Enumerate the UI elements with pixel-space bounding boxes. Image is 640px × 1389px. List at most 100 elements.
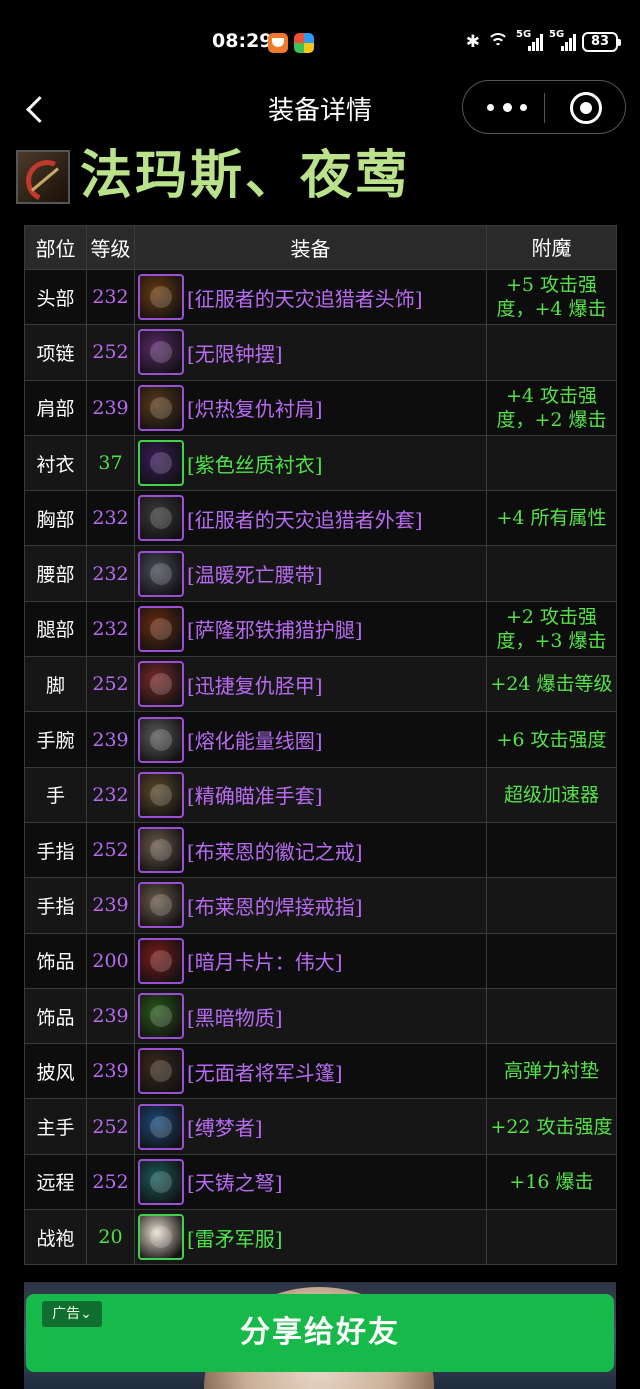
enchant-cell: +4 攻击强度，+2 爆击 xyxy=(486,379,617,436)
table-row[interactable]: 肩部 239 [炽热复仇衬肩] +4 攻击强度，+2 爆击 xyxy=(24,379,617,436)
item-name-link[interactable]: [温暖死亡腰带] xyxy=(187,559,323,588)
chest-armor-icon[interactable] xyxy=(138,495,184,542)
crossbow-icon[interactable] xyxy=(138,1158,184,1205)
item-level-cell: 252 xyxy=(86,821,135,879)
slot-cell: 手指 xyxy=(24,821,87,879)
table-row[interactable]: 披风 239 [无面者将军斗篷] 高弹力衬垫 xyxy=(24,1043,617,1100)
item-name-link[interactable]: [无面者将军斗篷] xyxy=(187,1057,343,1086)
item-name-link[interactable]: [炽热复仇衬肩] xyxy=(187,393,323,422)
item-cell[interactable]: [无限钟摆] xyxy=(134,324,487,381)
item-name-link[interactable]: [萨隆邪铁捕猎护腿] xyxy=(187,614,363,643)
item-cell[interactable]: [暗月卡片：伟大] xyxy=(134,932,487,989)
item-cell[interactable]: [征服者的天灾追猎者头饰] xyxy=(134,268,487,326)
item-cell[interactable]: [迅捷复仇胫甲] xyxy=(134,656,487,713)
ad-tag[interactable]: 广告⌄ xyxy=(42,1301,102,1327)
item-cell[interactable]: [温暖死亡腰带] xyxy=(134,545,487,602)
header-slot: 部位 xyxy=(24,225,87,270)
item-name-link[interactable]: [布莱恩的徽记之戒] xyxy=(187,836,363,865)
slot-cell: 主手 xyxy=(24,1098,87,1155)
item-cell[interactable]: [紫色丝质衬衣] xyxy=(134,434,487,492)
table-row[interactable]: 远程 252 [天铸之弩] +16 爆击 xyxy=(24,1153,617,1211)
table-row[interactable]: 主手 252 [缚梦者] +22 攻击强度 xyxy=(24,1098,617,1155)
item-name-link[interactable]: [暗月卡片：伟大] xyxy=(187,946,343,975)
ring-icon[interactable] xyxy=(138,882,184,929)
item-name-link[interactable]: [缚梦者] xyxy=(187,1112,263,1141)
item-name-link[interactable]: [迅捷复仇胫甲] xyxy=(187,670,323,699)
item-cell[interactable]: [精确瞄准手套] xyxy=(134,766,487,823)
item-level-cell: 232 xyxy=(86,490,135,547)
item-level-cell: 252 xyxy=(86,1098,135,1155)
table-row[interactable]: 手 232 [精确瞄准手套] 超级加速器 xyxy=(24,766,617,823)
item-name-link[interactable]: [黑暗物质] xyxy=(187,1002,283,1031)
cloak-icon[interactable] xyxy=(138,1048,184,1095)
belt-icon[interactable] xyxy=(138,550,184,597)
tabard-icon[interactable] xyxy=(138,1214,184,1261)
item-cell[interactable]: [炽热复仇衬肩] xyxy=(134,379,487,436)
table-row[interactable]: 脚 252 [迅捷复仇胫甲] +24 爆击等级 xyxy=(24,656,617,713)
orb-icon[interactable] xyxy=(138,993,184,1039)
item-name-link[interactable]: [征服者的天灾追猎者外套] xyxy=(187,504,423,533)
ring-icon[interactable] xyxy=(138,827,184,874)
item-cell[interactable]: [萨隆邪铁捕猎护腿] xyxy=(134,600,487,658)
signal-5g-icon: 5G xyxy=(549,29,576,51)
wifi-icon xyxy=(486,33,510,51)
table-row[interactable]: 手腕 239 [熔化能量线圈] +6 攻击强度 xyxy=(24,711,617,768)
legs-icon[interactable] xyxy=(138,605,184,652)
table-row[interactable]: 手指 239 [布莱恩的焊接戒指] xyxy=(24,877,617,934)
table-row[interactable]: 项链 252 [无限钟摆] xyxy=(24,324,617,381)
slot-cell: 远程 xyxy=(24,1153,87,1211)
slot-cell: 饰品 xyxy=(24,932,87,989)
share-button[interactable]: 分享给好友 xyxy=(26,1294,614,1372)
item-cell[interactable]: [缚梦者] xyxy=(134,1098,487,1155)
item-cell[interactable]: [布莱恩的徽记之戒] xyxy=(134,821,487,879)
item-name-link[interactable]: [布莱恩的焊接戒指] xyxy=(187,891,363,920)
helm-icon[interactable] xyxy=(138,274,184,321)
table-row[interactable]: 腰部 232 [温暖死亡腰带] xyxy=(24,545,617,602)
item-name-link[interactable]: [征服者的天灾追猎者头饰] xyxy=(187,283,423,312)
item-name-link[interactable]: [精确瞄准手套] xyxy=(187,780,323,809)
table-row[interactable]: 手指 252 [布莱恩的徽记之戒] xyxy=(24,821,617,879)
more-dots-icon[interactable] xyxy=(487,99,527,115)
item-cell[interactable]: [天铸之弩] xyxy=(134,1153,487,1211)
back-chevron-icon[interactable] xyxy=(22,94,50,122)
table-row[interactable]: 头部 232 [征服者的天灾追猎者头饰] +5 攻击强度，+4 爆击 xyxy=(24,268,617,326)
item-name-link[interactable]: [熔化能量线圈] xyxy=(187,725,323,754)
shirt-icon[interactable] xyxy=(138,440,184,487)
enchant-cell: +6 攻击强度 xyxy=(486,711,617,768)
item-cell[interactable]: [熔化能量线圈] xyxy=(134,711,487,768)
bracer-icon[interactable] xyxy=(138,716,184,763)
item-name-link[interactable]: [雷矛军服] xyxy=(187,1223,283,1252)
item-cell[interactable]: [黑暗物质] xyxy=(134,987,487,1045)
weapon-icon[interactable] xyxy=(138,1103,184,1150)
capsule-divider xyxy=(544,93,545,123)
table-row[interactable]: 衬衣 37 [紫色丝质衬衣] xyxy=(24,434,617,492)
item-cell[interactable]: [征服者的天灾追猎者外套] xyxy=(134,490,487,547)
item-cell[interactable]: [布莱恩的焊接戒指] xyxy=(134,877,487,934)
table-row[interactable]: 饰品 200 [暗月卡片：伟大] xyxy=(24,932,617,989)
table-row[interactable]: 战袍 20 [雷矛军服] xyxy=(24,1209,617,1266)
item-name-link[interactable]: [紫色丝质衬衣] xyxy=(187,449,323,478)
shoulder-icon[interactable] xyxy=(138,384,184,431)
item-name-link[interactable]: [天铸之弩] xyxy=(187,1167,283,1196)
slot-cell: 头部 xyxy=(24,268,87,326)
item-cell[interactable]: [雷矛军服] xyxy=(134,1209,487,1266)
card-icon[interactable] xyxy=(138,937,184,984)
boots-icon[interactable] xyxy=(138,661,184,708)
item-level-cell: 239 xyxy=(86,1043,135,1100)
table-row[interactable]: 饰品 239 [黑暗物质] xyxy=(24,987,617,1045)
enchant-cell xyxy=(486,932,617,989)
close-target-icon[interactable] xyxy=(570,92,602,124)
pendulum-icon[interactable] xyxy=(138,329,184,376)
table-row[interactable]: 胸部 232 [征服者的天灾追猎者外套] +4 所有属性 xyxy=(24,490,617,547)
item-cell[interactable]: [无面者将军斗篷] xyxy=(134,1043,487,1100)
item-name-link[interactable]: [无限钟摆] xyxy=(187,338,283,367)
slot-cell: 肩部 xyxy=(24,379,87,436)
slot-cell: 脚 xyxy=(24,656,87,713)
gloves-icon[interactable] xyxy=(138,771,184,818)
equipment-table-body: 头部 232 [征服者的天灾追猎者头饰] +5 攻击强度，+4 爆击 项链 252 [无限钟… xyxy=(24,268,617,1266)
item-level-cell: 239 xyxy=(86,987,135,1045)
item-level-cell: 232 xyxy=(86,545,135,602)
table-row[interactable]: 腿部 232 [萨隆邪铁捕猎护腿] +2 攻击强度，+3 爆击 xyxy=(24,600,617,658)
item-level-cell: 252 xyxy=(86,656,135,713)
enchant-cell: +22 攻击强度 xyxy=(486,1098,617,1155)
